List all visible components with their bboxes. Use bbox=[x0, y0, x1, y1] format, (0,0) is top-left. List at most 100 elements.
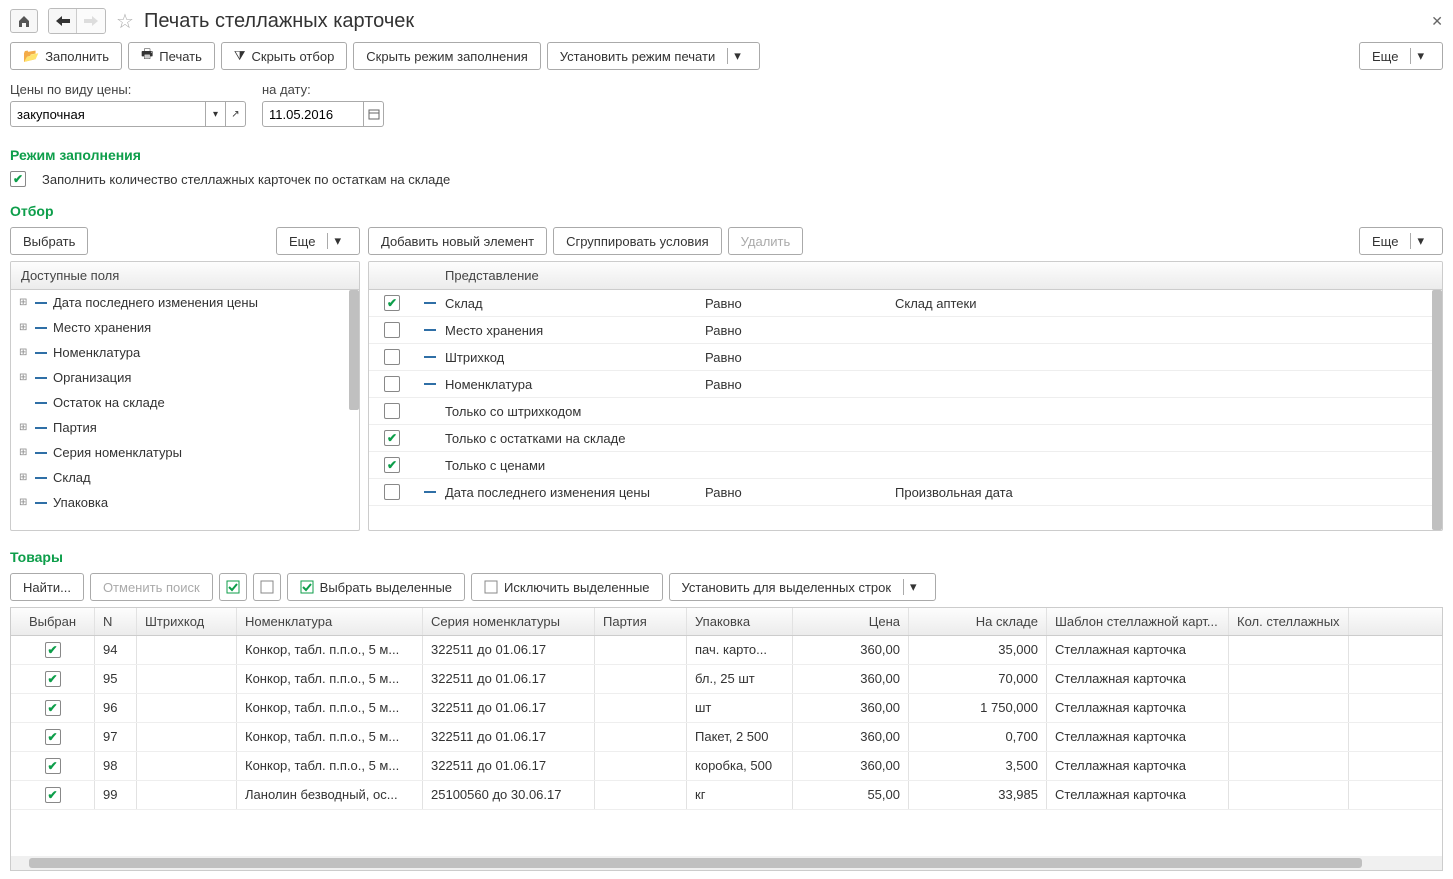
expand-icon[interactable]: ⊞ bbox=[19, 422, 29, 433]
col-stock[interactable]: На складе bbox=[909, 608, 1047, 635]
field-item[interactable]: ⊞Серия номенклатуры bbox=[11, 440, 359, 465]
filter-checkbox[interactable] bbox=[384, 295, 400, 311]
print-button[interactable]: 🖶 Печать bbox=[128, 42, 215, 70]
filter-checkbox[interactable] bbox=[384, 430, 400, 446]
chevron-down-icon[interactable]: ▾ bbox=[1410, 233, 1430, 249]
cell-price: 360,00 bbox=[793, 694, 909, 722]
col-template[interactable]: Шаблон стеллажной карт... bbox=[1047, 608, 1229, 635]
col-qty[interactable]: Кол. стеллажных bbox=[1229, 608, 1349, 635]
chevron-down-icon[interactable]: ▾ bbox=[327, 233, 347, 249]
expand-icon[interactable]: ⊞ bbox=[19, 447, 29, 458]
field-item[interactable]: ⊞Номенклатура bbox=[11, 340, 359, 365]
date-input[interactable] bbox=[262, 101, 364, 127]
cell-barcode bbox=[137, 781, 237, 809]
field-item[interactable]: ⊞ Место хранения bbox=[11, 315, 359, 340]
table-row[interactable]: 98Конкор, табл. п.п.о., 5 м...322511 до … bbox=[11, 752, 1442, 781]
filter-checkbox[interactable] bbox=[384, 403, 400, 419]
add-element-button[interactable]: Добавить новый элемент bbox=[368, 227, 547, 255]
filter-row[interactable]: Дата последнего изменения ценыРавноПроиз… bbox=[369, 479, 1442, 506]
expand-icon[interactable]: ⊞ bbox=[19, 497, 29, 508]
scrollbar-thumb[interactable] bbox=[349, 290, 359, 410]
expand-icon[interactable]: ⊞ bbox=[19, 472, 29, 483]
more-button[interactable]: Еще ▾ bbox=[1359, 42, 1443, 70]
filter-condition: Равно bbox=[705, 377, 895, 392]
field-item[interactable]: Остаток на складе bbox=[11, 390, 359, 415]
cell-series: 322511 до 01.06.17 bbox=[423, 665, 595, 693]
choose-button[interactable]: Выбрать bbox=[10, 227, 88, 255]
filter-checkbox[interactable] bbox=[384, 376, 400, 392]
filter-row[interactable]: Только со штрихкодом bbox=[369, 398, 1442, 425]
col-n[interactable]: N bbox=[95, 608, 137, 635]
field-label: Место хранения bbox=[53, 320, 151, 335]
col-barcode[interactable]: Штрихкод bbox=[137, 608, 237, 635]
horizontal-scrollbar[interactable] bbox=[11, 856, 1442, 870]
table-row[interactable]: 94Конкор, табл. п.п.о., 5 м...322511 до … bbox=[11, 636, 1442, 665]
select-marked-button[interactable]: Выбрать выделенные bbox=[287, 573, 465, 601]
row-checkbox[interactable] bbox=[45, 671, 61, 687]
row-checkbox[interactable] bbox=[45, 758, 61, 774]
filter-checkbox[interactable] bbox=[384, 349, 400, 365]
chevron-down-icon[interactable]: ▾ bbox=[1410, 48, 1430, 64]
row-checkbox[interactable] bbox=[45, 787, 61, 803]
filter-checkbox[interactable] bbox=[384, 457, 400, 473]
uncheck-all-button[interactable] bbox=[253, 573, 281, 601]
find-button[interactable]: Найти... bbox=[10, 573, 84, 601]
filter-checkbox[interactable] bbox=[384, 484, 400, 500]
scrollbar-thumb[interactable] bbox=[1432, 290, 1442, 530]
favorite-star-icon[interactable]: ☆ bbox=[116, 9, 134, 34]
col-batch[interactable]: Партия bbox=[595, 608, 687, 635]
expand-icon[interactable]: ⊞ bbox=[19, 297, 29, 308]
col-price[interactable]: Цена bbox=[793, 608, 909, 635]
col-series[interactable]: Серия номенклатуры bbox=[423, 608, 595, 635]
dropdown-button[interactable]: ▾ bbox=[206, 101, 226, 127]
field-icon bbox=[35, 452, 47, 454]
filter-row[interactable]: НоменклатураРавно bbox=[369, 371, 1442, 398]
row-checkbox[interactable] bbox=[45, 729, 61, 745]
filter-row[interactable]: СкладРавноСклад аптеки bbox=[369, 290, 1442, 317]
field-item[interactable]: ⊞Партия bbox=[11, 415, 359, 440]
filter-checkbox[interactable] bbox=[384, 322, 400, 338]
scrollbar-thumb[interactable] bbox=[29, 858, 1362, 868]
fill-button[interactable]: 📂 Заполнить bbox=[10, 42, 122, 70]
more-right-button[interactable]: Еще ▾ bbox=[1359, 227, 1443, 255]
check-all-button[interactable] bbox=[219, 573, 247, 601]
set-print-mode-button[interactable]: Установить режим печати ▾ bbox=[547, 42, 760, 70]
price-type-input[interactable] bbox=[10, 101, 206, 127]
filter-row[interactable]: ШтрихкодРавно bbox=[369, 344, 1442, 371]
row-checkbox[interactable] bbox=[45, 700, 61, 716]
col-selected[interactable]: Выбран bbox=[11, 608, 95, 635]
back-button[interactable] bbox=[49, 9, 77, 33]
cell-batch bbox=[595, 694, 687, 722]
table-row[interactable]: 96Конкор, табл. п.п.о., 5 м...322511 до … bbox=[11, 694, 1442, 723]
field-item[interactable]: ⊞Склад bbox=[11, 465, 359, 490]
field-item[interactable]: ⊞Упаковка bbox=[11, 490, 359, 515]
field-item[interactable]: ⊞Организация bbox=[11, 365, 359, 390]
expand-icon[interactable]: ⊞ bbox=[19, 322, 29, 333]
filter-row[interactable]: Место храненияРавно bbox=[369, 317, 1442, 344]
filter-row[interactable]: Только с ценами bbox=[369, 452, 1442, 479]
set-for-marked-button[interactable]: Установить для выделенных строк ▾ bbox=[669, 573, 936, 601]
expand-icon[interactable]: ⊞ bbox=[19, 372, 29, 383]
table-row[interactable]: 95Конкор, табл. п.п.о., 5 м...322511 до … bbox=[11, 665, 1442, 694]
col-pack[interactable]: Упаковка bbox=[687, 608, 793, 635]
calendar-button[interactable] bbox=[364, 101, 384, 127]
chevron-down-icon[interactable]: ▾ bbox=[727, 48, 747, 64]
filter-row[interactable]: Только с остатками на складе bbox=[369, 425, 1442, 452]
field-item[interactable]: ⊞Дата последнего изменения цены bbox=[11, 290, 359, 315]
row-checkbox[interactable] bbox=[45, 642, 61, 658]
open-button[interactable]: ↗ bbox=[226, 101, 246, 127]
chevron-down-icon[interactable]: ▾ bbox=[903, 579, 923, 595]
hide-fill-mode-button[interactable]: Скрыть режим заполнения bbox=[353, 42, 540, 70]
more-left-button[interactable]: Еще ▾ bbox=[276, 227, 360, 255]
group-conditions-button[interactable]: Сгруппировать условия bbox=[553, 227, 722, 255]
col-nomen[interactable]: Номенклатура bbox=[237, 608, 423, 635]
cell-barcode bbox=[137, 723, 237, 751]
exclude-marked-button[interactable]: Исключить выделенные bbox=[471, 573, 662, 601]
expand-icon[interactable]: ⊞ bbox=[19, 347, 29, 358]
home-button[interactable] bbox=[10, 9, 38, 33]
table-row[interactable]: 99Ланолин безводный, ос...25100560 до 30… bbox=[11, 781, 1442, 810]
hide-filter-button[interactable]: ⧩ Скрыть отбор bbox=[221, 42, 347, 70]
close-button[interactable]: ✕ bbox=[1431, 13, 1443, 30]
table-row[interactable]: 97Конкор, табл. п.п.о., 5 м...322511 до … bbox=[11, 723, 1442, 752]
fill-by-stock-checkbox[interactable] bbox=[10, 171, 26, 187]
